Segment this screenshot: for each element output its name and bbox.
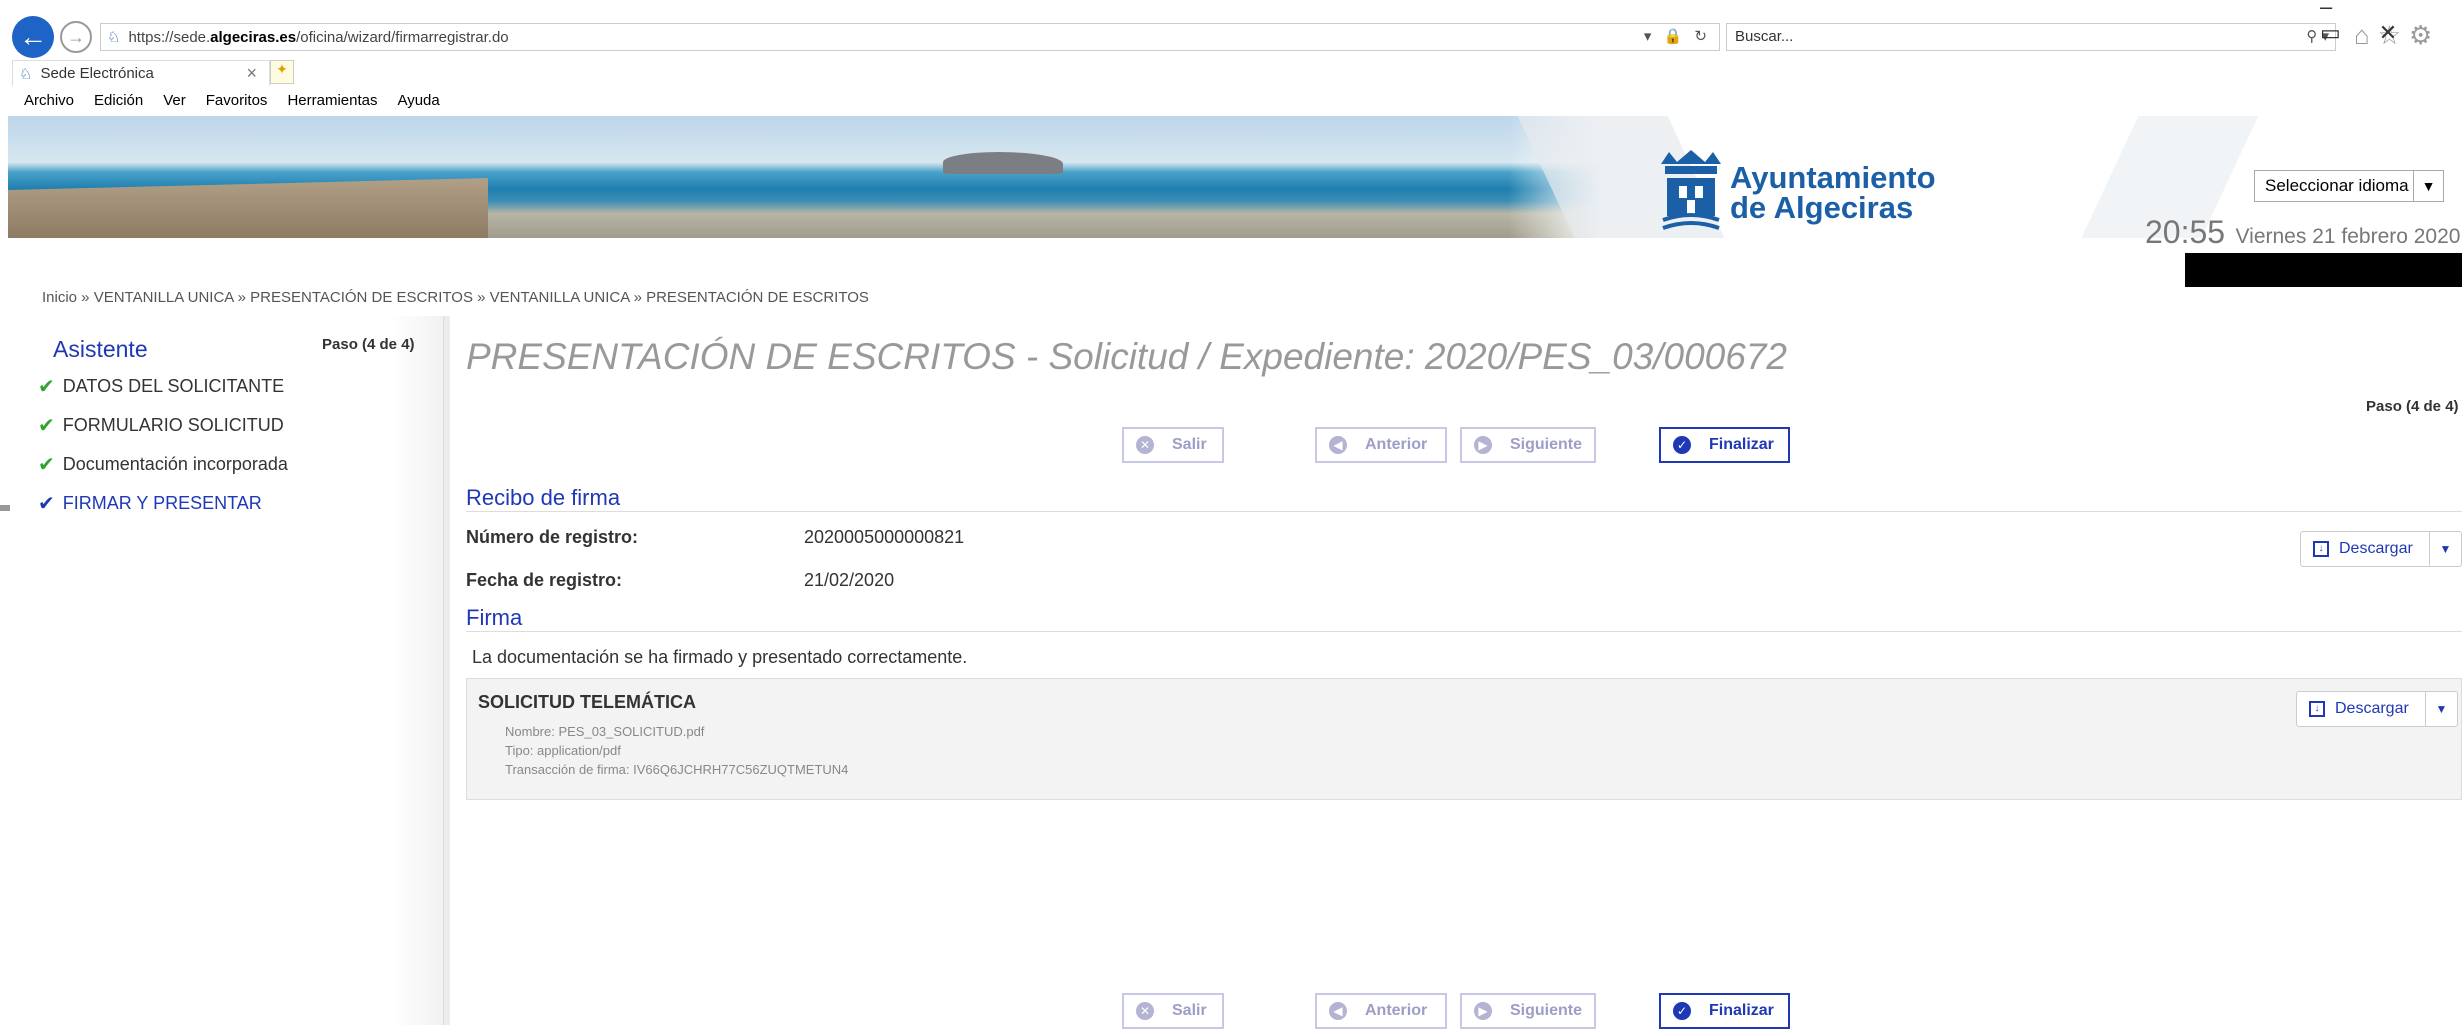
signature-success-message: La documentación se ha firmado y present… bbox=[472, 647, 968, 667]
address-bar-controls[interactable]: ▾ 🔒 ↻ bbox=[1644, 27, 1711, 45]
sidebar-item-label: FORMULARIO SOLICITUD bbox=[62, 415, 284, 435]
forward-icon[interactable]: → bbox=[60, 21, 92, 53]
sidebar-item-firmar[interactable]: ✔ FIRMAR Y PRESENTAR bbox=[38, 491, 262, 516]
site-favicon-icon: ♘ bbox=[107, 29, 121, 46]
city-logo-icon bbox=[1661, 150, 1721, 230]
breadcrumb[interactable]: Inicio » VENTANILLA UNICA » PRESENTACIÓN… bbox=[42, 289, 869, 306]
menu-ayuda[interactable]: Ayuda bbox=[397, 92, 439, 109]
document-card bbox=[466, 678, 2462, 800]
exit-button[interactable]: ✕ Salir bbox=[1122, 427, 1224, 463]
checkmark-icon: ✔ bbox=[38, 493, 55, 515]
sidebar-item-formulario[interactable]: ✔ FORMULARIO SOLICITUD bbox=[38, 413, 284, 438]
finish-button[interactable]: ✓ Finalizar bbox=[1659, 427, 1790, 463]
language-select-label: Seleccionar idioma bbox=[2265, 176, 2409, 195]
previous-icon: ◀ bbox=[1329, 436, 1347, 454]
document-transaction: Transacción de firma: IV66Q6JCHRH77C56ZU… bbox=[505, 762, 849, 777]
exit-label: Salir bbox=[1172, 1002, 1207, 1019]
download-label: Descargar bbox=[2339, 540, 2413, 557]
checkmark-icon: ✔ bbox=[38, 376, 55, 398]
receipt-section-title: Recibo de firma bbox=[466, 485, 621, 510]
url-text: https://sede.algeciras.es/oficina/wizard… bbox=[128, 28, 509, 46]
registry-number-value: 2020005000000821 bbox=[804, 527, 965, 547]
next-icon: ▶ bbox=[1474, 1002, 1492, 1020]
previous-button-bottom[interactable]: ◀ Anterior bbox=[1315, 993, 1447, 1029]
document-title: SOLICITUD TELEMÁTICA bbox=[478, 692, 696, 712]
previous-label: Anterior bbox=[1365, 436, 1428, 453]
window-controls[interactable]: –▭✕ bbox=[2320, 0, 2462, 46]
chevron-down-icon: ▼ bbox=[2413, 171, 2443, 201]
exit-label: Salir bbox=[1172, 436, 1207, 453]
check-icon: ✓ bbox=[1673, 436, 1691, 454]
close-tab-icon[interactable]: × bbox=[246, 63, 257, 84]
browser-tab[interactable]: ♘ Sede Electrónica × bbox=[12, 60, 270, 86]
menu-bar: Archivo Edición Ver Favoritos Herramient… bbox=[24, 92, 440, 109]
language-select[interactable]: Seleccionar idioma ▼ bbox=[2254, 170, 2444, 202]
registry-number-label: Número de registro: bbox=[466, 527, 639, 547]
menu-edicion[interactable]: Edición bbox=[94, 92, 143, 109]
rock-shape bbox=[943, 152, 1063, 174]
redacted-bar bbox=[2185, 253, 2462, 287]
logo-text: de Algeciras bbox=[1730, 190, 1914, 225]
sidebar-item-label: DATOS DEL SOLICITANTE bbox=[62, 376, 285, 396]
back-icon[interactable]: ← bbox=[12, 16, 54, 58]
sidebar-title: Asistente bbox=[53, 336, 148, 362]
browser-chrome: ← → ♘ https://sede.algeciras.es/oficina/… bbox=[0, 0, 2462, 116]
previous-label: Anterior bbox=[1365, 1002, 1428, 1019]
next-button[interactable]: ▶ Siguiente bbox=[1460, 427, 1596, 463]
clock: 20:55 Viernes 21 febrero 2020 bbox=[2145, 214, 2460, 251]
sidebar-marker bbox=[0, 505, 10, 511]
coast-shape bbox=[8, 178, 488, 238]
document-type: Tipo: application/pdf bbox=[505, 743, 621, 758]
tab-favicon-icon: ♘ bbox=[19, 65, 33, 83]
registry-date-label: Fecha de registro: bbox=[466, 570, 623, 590]
chevron-down-icon[interactable]: ▼ bbox=[2425, 692, 2457, 726]
document-download-button[interactable]: ↓ Descargar ▼ bbox=[2296, 691, 2458, 727]
previous-icon: ◀ bbox=[1329, 1002, 1347, 1020]
next-icon: ▶ bbox=[1474, 436, 1492, 454]
clock-time: 20:55 bbox=[2145, 214, 2226, 250]
finish-label: Finalizar bbox=[1709, 436, 1774, 453]
section-divider bbox=[466, 631, 2462, 632]
header-banner-image bbox=[8, 116, 2462, 238]
close-icon: ✕ bbox=[1136, 1002, 1154, 1020]
checkmark-icon: ✔ bbox=[38, 454, 55, 476]
page-title: PRESENTACIÓN DE ESCRITOS - Solicitud / E… bbox=[466, 336, 1787, 377]
exit-button-bottom[interactable]: ✕ Salir bbox=[1122, 993, 1224, 1029]
receipt-download-button[interactable]: ↓ Descargar ▼ bbox=[2300, 531, 2462, 567]
download-icon: ↓ bbox=[2313, 541, 2329, 557]
menu-ver[interactable]: Ver bbox=[163, 92, 186, 109]
download-icon: ↓ bbox=[2309, 701, 2325, 717]
sidebar-item-label: Documentación incorporada bbox=[62, 454, 288, 474]
tab-title: Sede Electrónica bbox=[40, 65, 154, 82]
sidebar-item-datos-solicitante[interactable]: ✔ DATOS DEL SOLICITANTE bbox=[38, 374, 284, 399]
download-label: Descargar bbox=[2335, 700, 2409, 717]
search-placeholder: Buscar... bbox=[1735, 28, 1794, 45]
step-indicator: Paso (4 de 4) bbox=[2366, 398, 2459, 415]
checkmark-icon: ✔ bbox=[38, 415, 55, 437]
close-icon: ✕ bbox=[1136, 436, 1154, 454]
next-label: Siguiente bbox=[1510, 436, 1583, 453]
new-tab-icon[interactable]: ✦ bbox=[270, 60, 294, 84]
sidebar-step: Paso (4 de 4) bbox=[322, 336, 415, 353]
chevron-down-icon[interactable]: ▼ bbox=[2429, 532, 2461, 566]
finish-label: Finalizar bbox=[1709, 1002, 1774, 1019]
next-label: Siguiente bbox=[1510, 1002, 1583, 1019]
menu-favoritos[interactable]: Favoritos bbox=[206, 92, 268, 109]
clock-date: Viernes 21 febrero 2020 bbox=[2235, 225, 2461, 248]
menu-herramientas[interactable]: Herramientas bbox=[287, 92, 377, 109]
finish-button-bottom[interactable]: ✓ Finalizar bbox=[1659, 993, 1790, 1029]
sidebar-item-label: FIRMAR Y PRESENTAR bbox=[62, 493, 262, 513]
previous-button[interactable]: ◀ Anterior bbox=[1315, 427, 1447, 463]
next-button-bottom[interactable]: ▶ Siguiente bbox=[1460, 993, 1596, 1029]
section-divider bbox=[466, 511, 2462, 512]
registry-date-value: 21/02/2020 bbox=[804, 570, 895, 590]
search-input[interactable]: Buscar... ⚲ ▾ bbox=[1726, 23, 2336, 51]
document-filename: Nombre: PES_03_SOLICITUD.pdf bbox=[505, 724, 705, 739]
menu-archivo[interactable]: Archivo bbox=[24, 92, 74, 109]
sidebar-divider[interactable] bbox=[443, 316, 450, 1025]
address-bar[interactable]: ♘ https://sede.algeciras.es/oficina/wiza… bbox=[100, 23, 1720, 51]
signature-section-title: Firma bbox=[466, 605, 523, 630]
sidebar-item-documentacion[interactable]: ✔ Documentación incorporada bbox=[38, 452, 288, 477]
check-icon: ✓ bbox=[1673, 1002, 1691, 1020]
